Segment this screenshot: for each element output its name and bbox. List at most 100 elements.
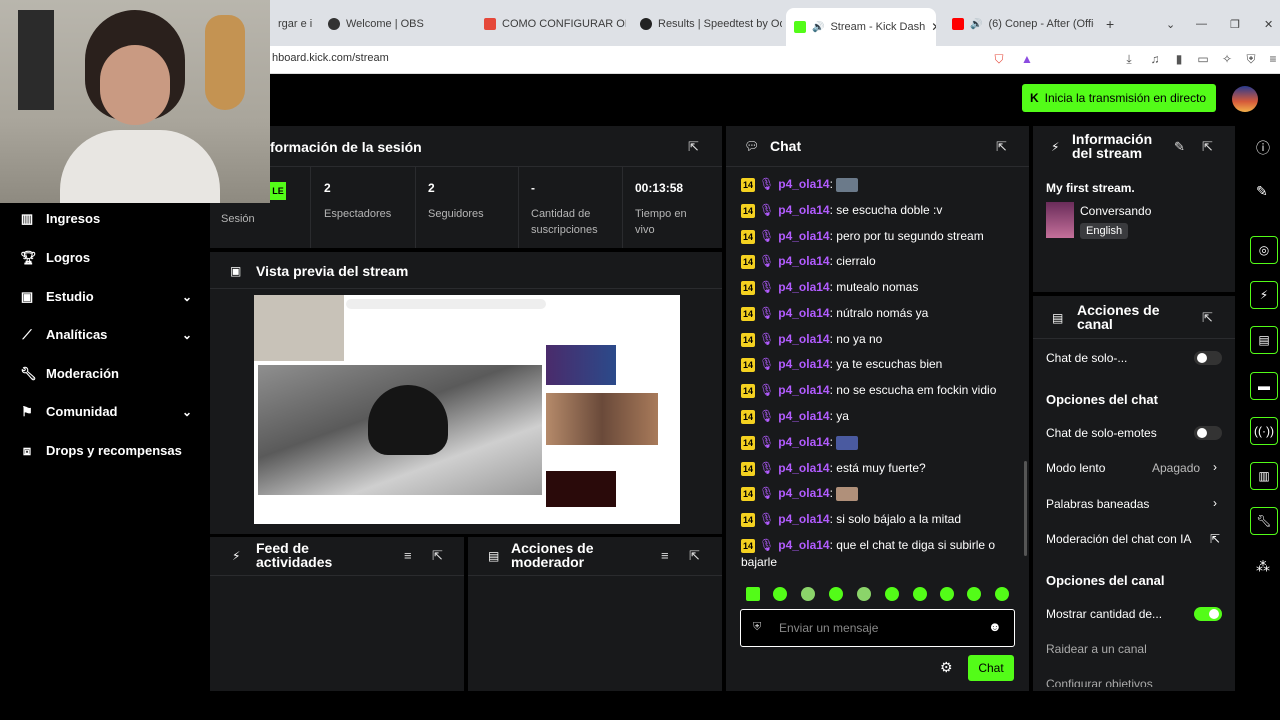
chevron-right-icon[interactable]: ›	[1213, 496, 1217, 510]
browser-tab[interactable]: Results | Speedtest by Ook	[632, 10, 782, 38]
broadcast-icon[interactable]: ((·))	[1250, 417, 1278, 445]
popout-icon[interactable]: ⇱	[1202, 310, 1213, 326]
browser-tab[interactable]: 🔊(6) Conep - After (Offici✕	[944, 10, 1094, 38]
share-icon[interactable]: ⁂	[1256, 558, 1270, 575]
emote-icon[interactable]	[940, 587, 954, 601]
chat-username[interactable]: p4_ola14	[778, 177, 829, 191]
emote-icon[interactable]	[829, 587, 843, 601]
sidebar-item-estudio[interactable]: ▣ Estudio ⌄	[20, 289, 192, 304]
emotes-only-toggle[interactable]	[1194, 426, 1222, 440]
browser-tab-active[interactable]: 🔊 Stream - Kick Dash ✕	[786, 8, 936, 46]
sidebar-item-comunidad[interactable]: ⚑ Comunidad ⌄	[20, 404, 192, 419]
tab-list-button[interactable]: ⌄	[1158, 10, 1180, 38]
sidebar-icon[interactable]: ▮	[1172, 52, 1186, 66]
download-icon[interactable]: ⤓	[1122, 52, 1136, 66]
subscriber-badge: 14	[741, 357, 755, 372]
pencil-icon[interactable]: ✎	[1174, 139, 1185, 155]
chat-username[interactable]: p4_ola14	[778, 332, 829, 346]
popout-icon[interactable]: ⇱	[1202, 139, 1213, 155]
vpn-icon[interactable]: ⛨	[1244, 52, 1258, 66]
external-link-icon[interactable]: ⇱	[1210, 532, 1220, 546]
filter-icon[interactable]: ≡	[404, 548, 412, 563]
chat-separator: :	[829, 435, 837, 449]
chat-icon[interactable]: ▬	[1250, 372, 1278, 400]
camera-icon[interactable]: ◎	[1250, 236, 1278, 264]
chat-username[interactable]: p4_ola14	[778, 254, 829, 268]
section-heading: Opciones del canal	[1046, 573, 1165, 588]
stream-preview-video[interactable]	[254, 295, 680, 524]
banned-words-label[interactable]: Palabras baneadas	[1046, 497, 1149, 511]
brave-shield-icon[interactable]: ⛉	[992, 52, 1006, 66]
maximize-button[interactable]: ❐	[1222, 10, 1244, 38]
browser-tab[interactable]: COMO CONFIGURAR OBS	[476, 10, 626, 38]
close-icon[interactable]: ✕	[931, 20, 936, 34]
chevron-right-icon[interactable]: ›	[1213, 460, 1217, 474]
chat-username[interactable]: p4_ola14	[778, 512, 829, 526]
emoji-icon[interactable]: ☻	[988, 619, 1002, 634]
avatar[interactable]	[1232, 86, 1258, 112]
divider	[310, 166, 311, 248]
chat-username[interactable]: p4_ola14	[778, 461, 829, 475]
show-count-toggle[interactable]	[1194, 607, 1222, 621]
emote-icon[interactable]	[967, 587, 981, 601]
sidebar-item-analiticas[interactable]: ⟋ Analíticas ⌄	[20, 327, 192, 342]
go-live-button[interactable]: K Inicia la transmisión en directo	[1022, 84, 1216, 112]
new-tab-button[interactable]: +	[1098, 10, 1120, 38]
slow-mode-label[interactable]: Modo lento	[1046, 461, 1105, 475]
chat-username[interactable]: p4_ola14	[778, 203, 829, 217]
filter-icon[interactable]: ≡	[661, 548, 669, 563]
chat-input[interactable]: Enviar un mensaje	[779, 621, 878, 635]
panel-title: Chat	[770, 138, 802, 154]
minimize-button[interactable]: —	[1188, 10, 1210, 38]
emote-icon[interactable]	[773, 587, 787, 601]
emote-icon[interactable]	[885, 587, 899, 601]
chat-username[interactable]: p4_ola14	[778, 280, 829, 294]
pencil-icon[interactable]: ✎	[1256, 183, 1268, 200]
emote-icon[interactable]	[746, 587, 760, 601]
chat-username[interactable]: p4_ola14	[778, 435, 829, 449]
browser-tab[interactable]: Welcome | OBS	[320, 10, 470, 38]
popout-icon[interactable]: ⇱	[432, 548, 443, 564]
wallet-icon[interactable]: ▭	[1196, 52, 1210, 66]
chat-username[interactable]: p4_ola14	[778, 383, 829, 397]
sidebar-item-drops[interactable]: ⧈ Drops y recompensas	[20, 443, 220, 458]
chat-send-button[interactable]: Chat	[968, 655, 1014, 681]
sidebar-item-logros[interactable]: 🏆︎ Logros	[20, 250, 192, 265]
rewards-icon[interactable]: ▲	[1020, 52, 1034, 66]
browser-tab[interactable]: rgar e i	[270, 10, 316, 38]
leo-icon[interactable]: ✧	[1220, 52, 1234, 66]
layout-icon[interactable]: ▥	[1250, 462, 1278, 490]
chat-username[interactable]: p4_ola14	[778, 306, 829, 320]
configure-goals-label[interactable]: Configurar objetivos	[1046, 677, 1153, 687]
popout-icon[interactable]: ⇱	[688, 139, 699, 155]
emote-icon[interactable]	[995, 587, 1009, 601]
chat-username[interactable]: p4_ola14	[778, 538, 829, 552]
chat-message: 14 🎙︎ p4_ola14: mutealo nomas	[741, 279, 1026, 296]
ai-moderation-label[interactable]: Moderación del chat con IA	[1046, 532, 1191, 546]
window-close-button[interactable]: ✕	[1256, 10, 1278, 38]
toggle-knob	[1197, 353, 1207, 363]
url-text[interactable]: hboard.kick.com/stream	[272, 52, 389, 64]
raid-channel-label[interactable]: Raidear a un canal	[1046, 642, 1147, 656]
emote-icon[interactable]	[801, 587, 815, 601]
bolt-icon[interactable]: ⚡︎	[1250, 281, 1278, 309]
sidebar-item-ingresos[interactable]: ▥ Ingresos	[20, 211, 192, 226]
chat-username[interactable]: p4_ola14	[778, 357, 829, 371]
popout-icon[interactable]: ⇱	[996, 139, 1007, 155]
music-icon[interactable]: ♫	[1148, 52, 1162, 66]
sidebar-item-moderacion[interactable]: 🔧︎ Moderación	[20, 366, 192, 381]
menu-icon[interactable]: ≡	[1266, 52, 1280, 66]
chat-username[interactable]: p4_ola14	[778, 486, 829, 500]
chat-username[interactable]: p4_ola14	[778, 409, 829, 423]
gear-icon[interactable]: ⚙	[940, 659, 953, 676]
chat-input-box[interactable]: ⛨ Enviar un mensaje ☻	[740, 609, 1015, 647]
subscribers-only-toggle[interactable]	[1194, 351, 1222, 365]
obs-icon	[328, 18, 340, 30]
chat-username[interactable]: p4_ola14	[778, 229, 829, 243]
info-icon[interactable]: ⓘ	[1256, 138, 1270, 158]
emote-icon[interactable]	[857, 587, 871, 601]
wrench-icon[interactable]: 🔧︎	[1250, 507, 1278, 535]
emote-icon[interactable]	[913, 587, 927, 601]
document-icon[interactable]: ▤	[1250, 326, 1278, 354]
popout-icon[interactable]: ⇱	[689, 548, 700, 564]
